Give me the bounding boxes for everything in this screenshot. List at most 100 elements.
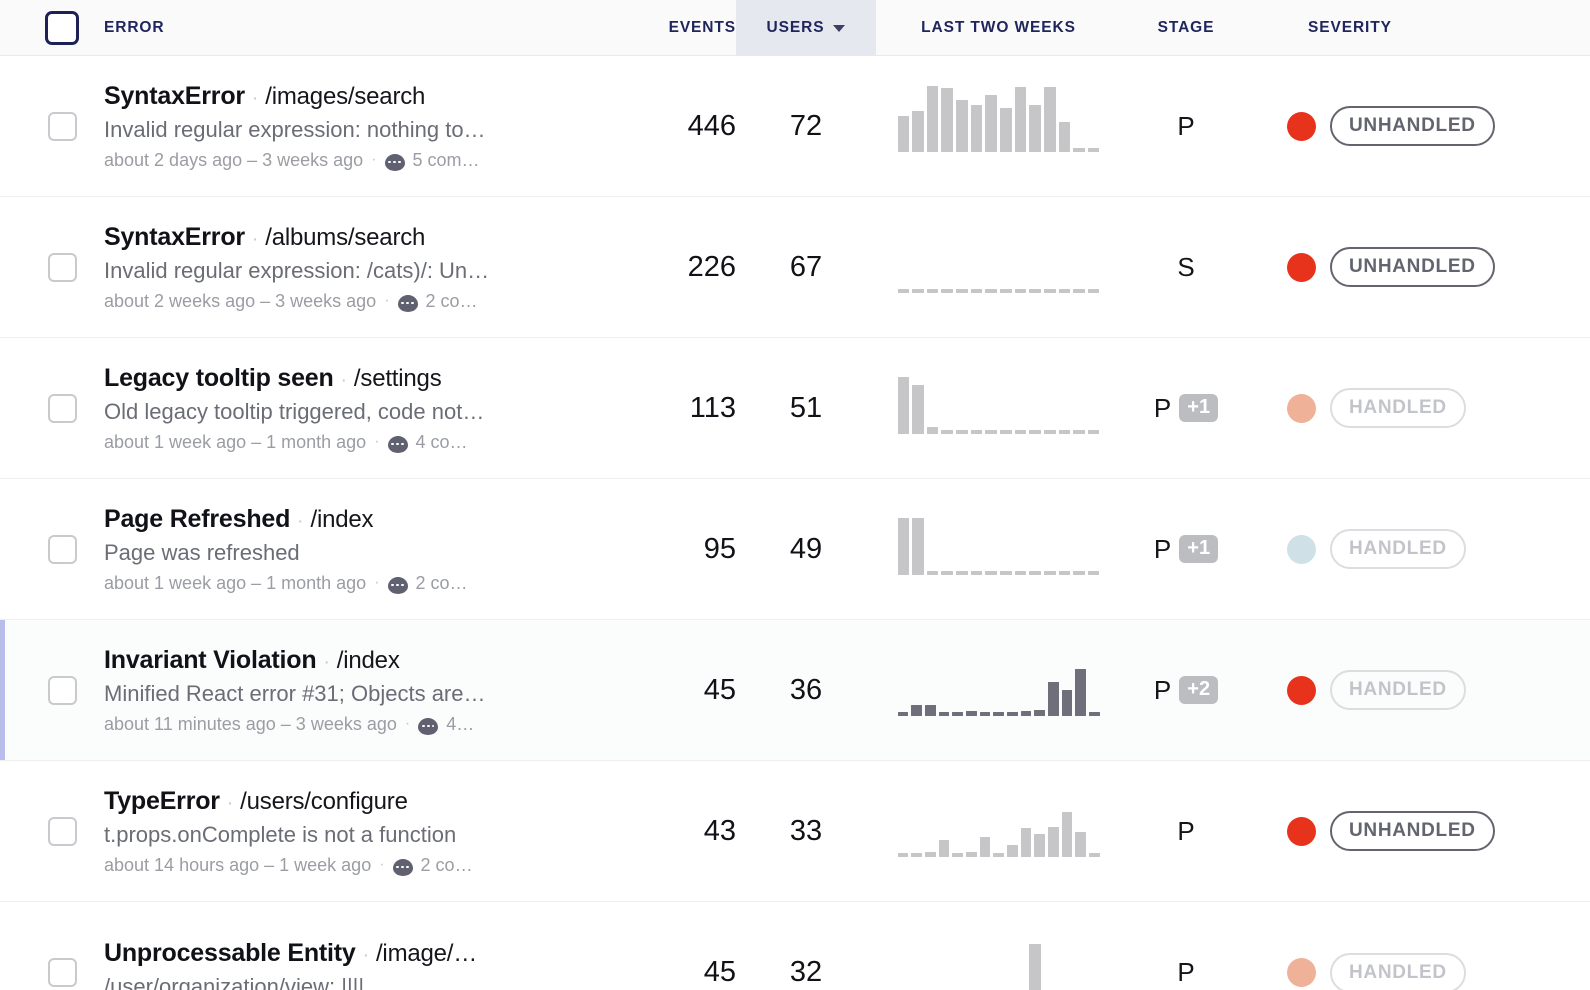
severity-cell: HANDLED — [1251, 338, 1551, 478]
error-type[interactable]: TypeError — [104, 787, 220, 816]
sparkline-chart — [897, 497, 1100, 575]
error-type[interactable]: Page Refreshed — [104, 505, 290, 534]
error-path[interactable]: /users/configure — [240, 788, 408, 816]
row-select-cell[interactable] — [0, 620, 104, 760]
row-select-cell[interactable] — [0, 56, 104, 196]
sparkline-bar — [897, 518, 910, 575]
error-title-line: Page Refreshed · /index — [104, 505, 374, 534]
error-cell[interactable]: Page Refreshed · /index Page was refreshed a… — [104, 479, 596, 619]
comment-count[interactable]: 2 co… — [421, 855, 473, 876]
table-row[interactable]: Unprocessable Entity · /image/… /user/organ… — [0, 902, 1590, 990]
stage-extra-badge[interactable]: +2 — [1179, 676, 1219, 704]
severity-cell: HANDLED — [1251, 479, 1551, 619]
sparkline-bar — [970, 105, 983, 152]
sparkline-bar — [1043, 87, 1056, 152]
row-checkbox[interactable] — [48, 534, 77, 564]
title-separator: · — [297, 510, 304, 532]
sparkline-bar — [924, 705, 936, 716]
sparkline-bar — [926, 426, 939, 434]
column-header-events[interactable]: EVENTS — [596, 0, 736, 56]
error-time-range: about 14 hours ago – 1 week ago — [104, 854, 372, 875]
error-path[interactable]: /albums/search — [265, 224, 425, 252]
sparkline-chart — [898, 921, 1100, 990]
users-count: 36 — [789, 673, 823, 706]
error-time-range: about 2 days ago – 3 weeks ago — [104, 149, 364, 170]
sparkline-cell — [876, 620, 1121, 760]
status-badge[interactable]: UNHANDLED — [1330, 106, 1495, 146]
sparkline-bar — [1006, 845, 1018, 857]
sparkline-chart — [897, 779, 1100, 857]
status-badge[interactable]: HANDLED — [1330, 952, 1466, 990]
row-checkbox[interactable] — [48, 393, 77, 423]
table-row[interactable]: Invariant Violation · /index Minified React… — [0, 620, 1590, 761]
comment-count[interactable]: 2 co… — [426, 291, 478, 312]
table-row[interactable]: TypeError · /users/configure t.props.onComp… — [0, 761, 1590, 902]
row-select-cell[interactable] — [0, 338, 104, 478]
error-type[interactable]: SyntaxError — [104, 82, 245, 111]
column-header-stage[interactable]: STAGE — [1121, 0, 1251, 56]
error-path[interactable]: /image/… — [376, 940, 477, 968]
error-time-range: about 1 week ago – 1 month ago — [104, 572, 367, 593]
error-cell[interactable]: SyntaxError · /images/search Invalid regula… — [104, 56, 596, 196]
header-select-all-cell[interactable] — [0, 0, 104, 56]
select-all-checkbox[interactable] — [45, 10, 79, 45]
sparkline-bar — [1014, 289, 1027, 293]
severity-cell: UNHANDLED — [1251, 56, 1551, 196]
sparkline-bar — [970, 571, 983, 575]
status-badge[interactable]: HANDLED — [1330, 388, 1466, 428]
sparkline-bar — [1043, 430, 1056, 434]
error-cell[interactable]: TypeError · /users/configure t.props.onComp… — [104, 761, 596, 901]
row-checkbox[interactable] — [48, 958, 77, 987]
table-row[interactable]: SyntaxError · /albums/search Invalid regula… — [0, 197, 1590, 338]
row-checkbox[interactable] — [48, 675, 77, 705]
row-checkbox[interactable] — [48, 111, 77, 141]
error-type[interactable]: SyntaxError — [104, 223, 245, 252]
row-select-cell[interactable] — [0, 761, 104, 901]
comment-count[interactable]: 2 co… — [416, 573, 468, 594]
comment-count[interactable]: 4 co… — [416, 432, 468, 453]
status-badge[interactable]: HANDLED — [1330, 529, 1466, 569]
error-type[interactable]: Invariant Violation — [104, 646, 317, 675]
table-row[interactable]: SyntaxError · /images/search Invalid regula… — [0, 56, 1590, 197]
sparkline-bar — [1006, 712, 1018, 716]
error-message: /user/organization/view: |||| — [104, 973, 365, 990]
comment-count[interactable]: 4… — [446, 714, 474, 735]
stage-extra-badge[interactable]: +1 — [1179, 535, 1219, 563]
error-cell[interactable]: SyntaxError · /albums/search Invalid regula… — [104, 197, 596, 337]
column-header-last-two-weeks[interactable]: LAST TWO WEEKS — [876, 0, 1121, 56]
comment-count[interactable]: 5 com… — [413, 150, 480, 171]
sparkline-bar — [897, 853, 909, 857]
sparkline-bar — [941, 430, 954, 434]
events-count: 43 — [703, 814, 736, 847]
row-checkbox[interactable] — [48, 252, 77, 282]
column-header-error[interactable]: ERROR — [104, 0, 596, 56]
column-header-severity[interactable]: SEVERITY — [1251, 0, 1551, 56]
error-path[interactable]: /images/search — [265, 83, 425, 111]
table-row[interactable]: Legacy tooltip seen · /settings Old legacy … — [0, 338, 1590, 479]
error-type[interactable]: Unprocessable Entity — [104, 939, 356, 968]
severity-cell: HANDLED — [1251, 620, 1551, 760]
events-count: 45 — [703, 673, 736, 706]
error-cell[interactable]: Invariant Violation · /index Minified React… — [104, 620, 596, 760]
error-list-table: ERROR EVENTS USERS LAST TWO WEEKS STAGE … — [0, 0, 1590, 990]
row-select-cell[interactable] — [0, 902, 104, 990]
row-select-cell[interactable] — [0, 197, 104, 337]
status-badge[interactable]: UNHANDLED — [1330, 811, 1495, 851]
column-header-users[interactable]: USERS — [736, 0, 876, 56]
error-path[interactable]: /index — [337, 647, 400, 675]
comment-bubble-icon — [384, 153, 405, 171]
stage-extra-badge[interactable]: +1 — [1179, 394, 1219, 422]
status-badge[interactable]: UNHANDLED — [1330, 247, 1495, 287]
sparkline-bar — [1014, 87, 1027, 152]
error-type[interactable]: Legacy tooltip seen — [104, 364, 334, 393]
row-checkbox[interactable] — [48, 816, 77, 846]
status-badge[interactable]: HANDLED — [1330, 670, 1466, 710]
error-path[interactable]: /index — [311, 506, 374, 534]
error-path[interactable]: /settings — [354, 365, 442, 393]
error-title-line: TypeError · /users/configure — [104, 787, 408, 816]
table-row[interactable]: Page Refreshed · /index Page was refreshed a… — [0, 479, 1590, 620]
error-cell[interactable]: Unprocessable Entity · /image/… /user/organ… — [104, 902, 596, 990]
error-cell[interactable]: Legacy tooltip seen · /settings Old legacy … — [104, 338, 596, 478]
row-select-cell[interactable] — [0, 479, 104, 619]
sparkline-bar — [1075, 669, 1086, 716]
